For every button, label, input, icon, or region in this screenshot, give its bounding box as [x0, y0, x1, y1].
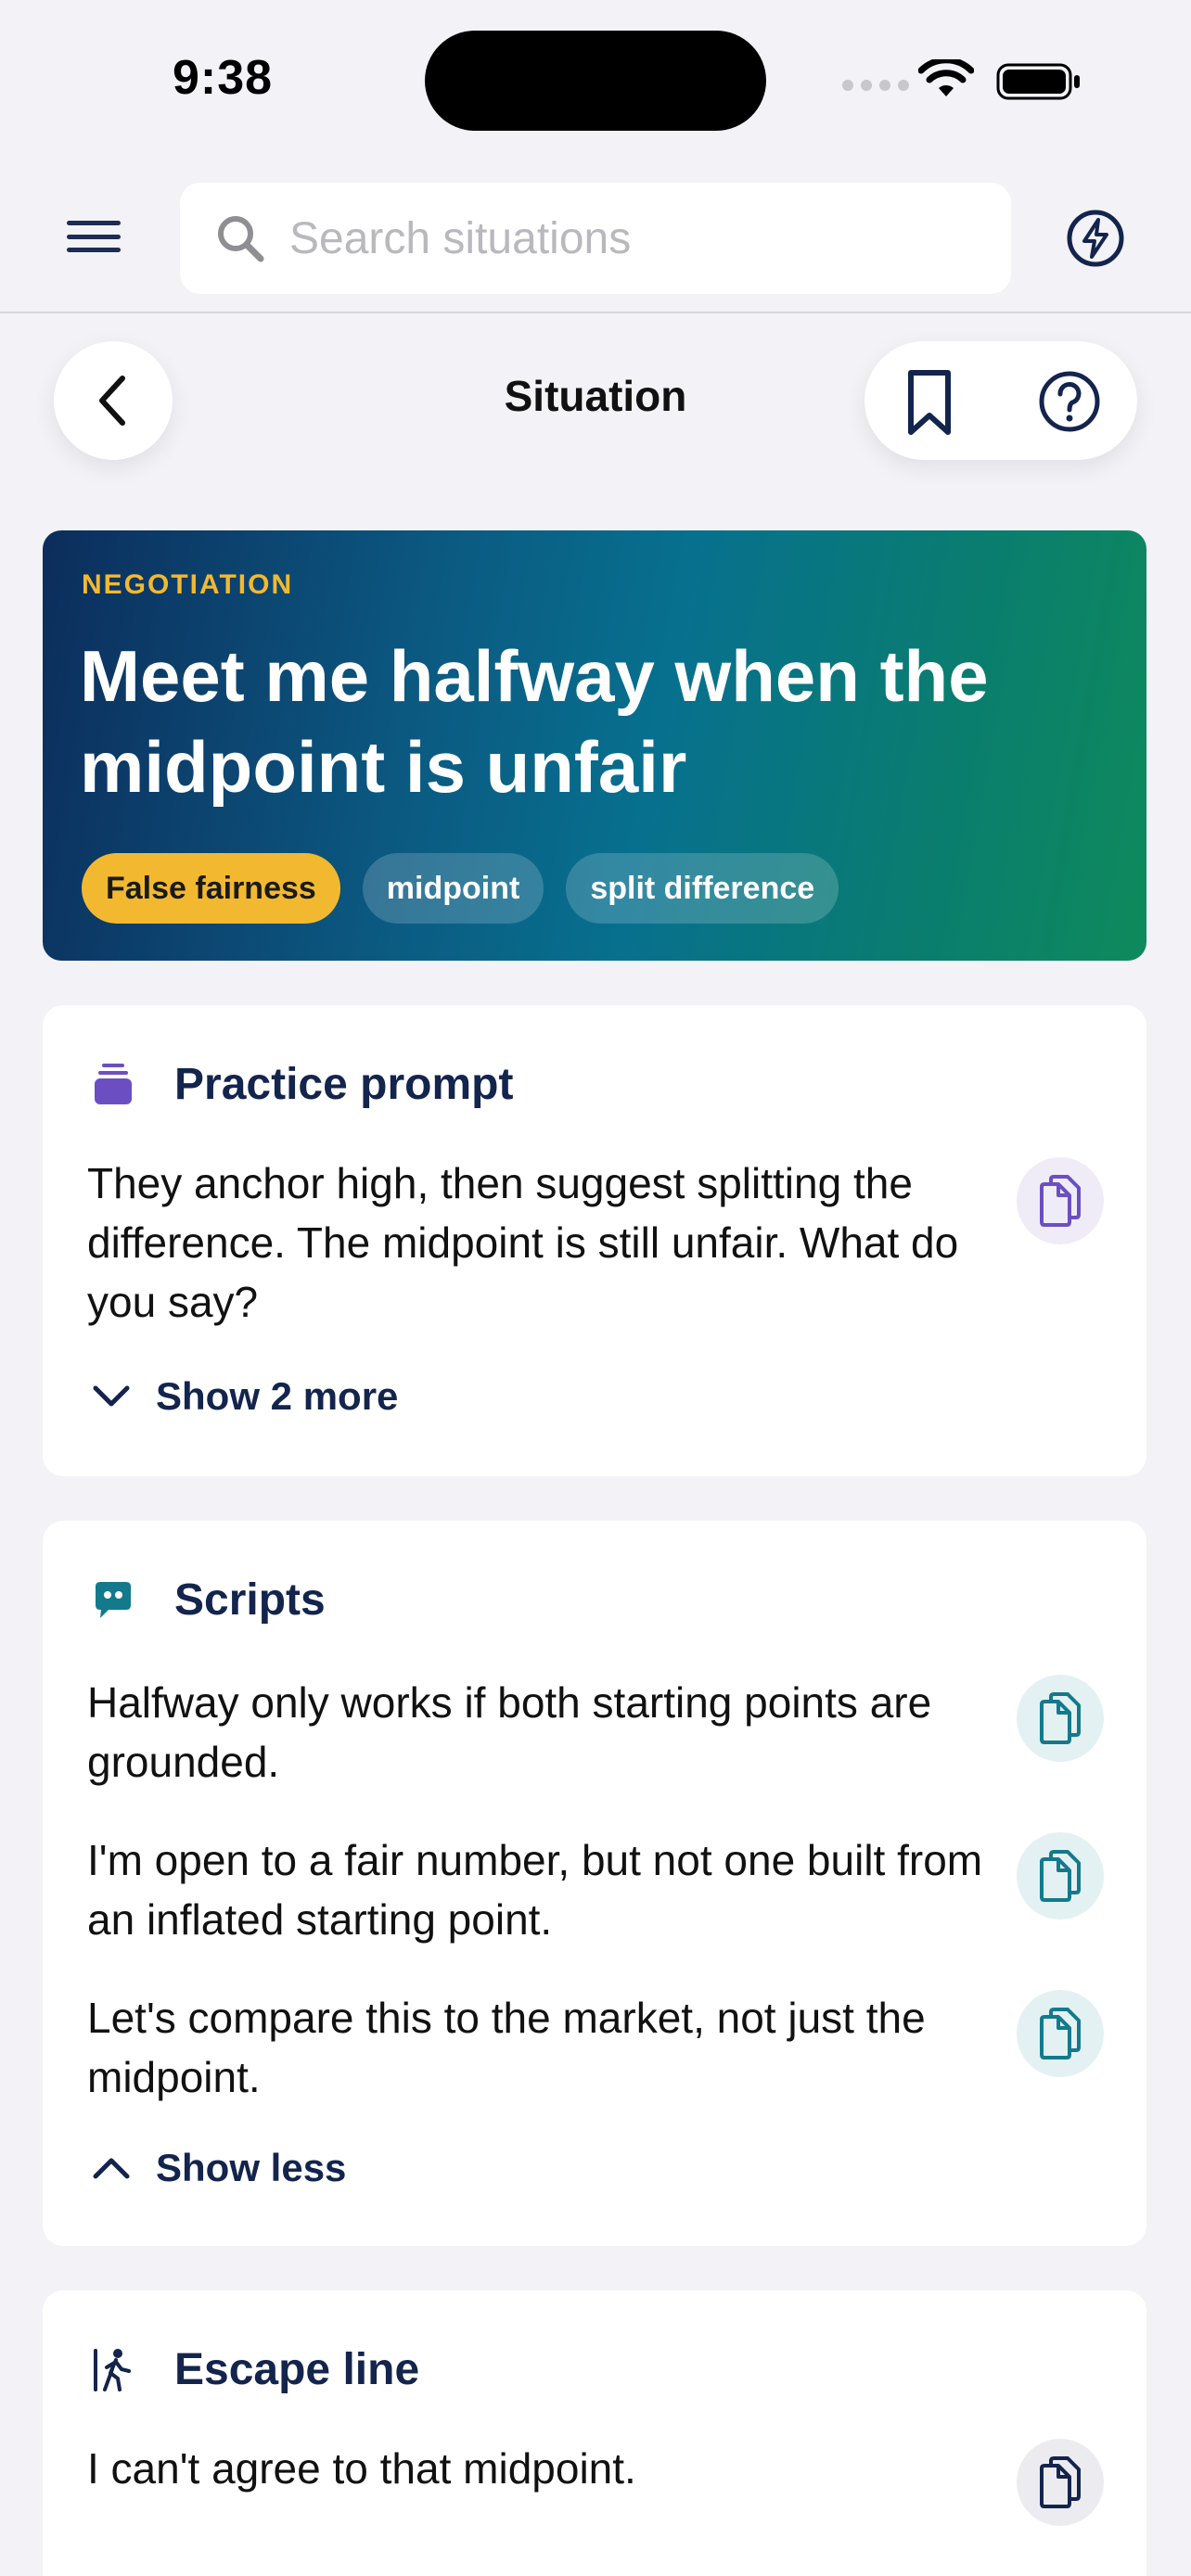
card-header: Escape line	[91, 2344, 419, 2395]
dynamic-island	[425, 31, 766, 131]
action-group	[864, 341, 1137, 460]
copy-button[interactable]	[1017, 1990, 1104, 2077]
copy-icon	[1040, 1850, 1081, 1902]
back-button[interactable]	[54, 341, 173, 460]
copy-button[interactable]	[1017, 1157, 1104, 1244]
practice-prompt-text: They anchor high, then suggest splitting…	[87, 1159, 959, 1326]
search-input[interactable]	[289, 212, 994, 264]
category-label: NEGOTIATION	[82, 569, 294, 600]
status-bar: 9:38	[0, 0, 1191, 158]
help-icon[interactable]	[1037, 369, 1102, 434]
wifi-icon	[918, 59, 974, 96]
tag-chip[interactable]: split difference	[566, 853, 839, 924]
quote-bubble-icon	[91, 1578, 135, 1623]
toggle-label: Show less	[156, 2146, 347, 2189]
escape-line-text: I can't agree to that midpoint.	[87, 2444, 636, 2493]
tag-chip[interactable]: False fairness	[82, 853, 340, 924]
copy-button[interactable]	[1017, 1832, 1104, 1919]
search-bar[interactable]	[180, 183, 1011, 294]
chevron-left-icon	[99, 376, 125, 426]
top-bar	[0, 158, 1191, 313]
card-title: Escape line	[174, 2345, 420, 2394]
copy-icon	[1040, 2008, 1081, 2060]
practice-prompt-card: Practice prompt They anchor high, then s…	[43, 1005, 1146, 1476]
show-more-toggle[interactable]: Show 2 more	[91, 1374, 398, 1419]
search-icon	[218, 216, 264, 262]
card-header: Scripts	[91, 1575, 326, 1626]
bolt-icon[interactable]	[1065, 208, 1126, 269]
script-text: Let's compare this to the market, not ju…	[87, 1994, 926, 2101]
card-header: Practice prompt	[91, 1059, 513, 1110]
status-time: 9:38	[173, 51, 274, 105]
copy-button[interactable]	[1017, 1675, 1104, 1762]
page-title: Situation	[504, 372, 687, 420]
copy-button[interactable]	[1017, 2439, 1104, 2526]
scripts-card: Scripts Halfway only works if both start…	[43, 1521, 1146, 2246]
situation-screen: 9:38 Sit	[0, 0, 1191, 2576]
situation-hero: NEGOTIATION Meet me halfway when the mid…	[43, 530, 1146, 961]
script-text: I'm open to a fair number, but not one b…	[87, 1836, 983, 1944]
script-text: Halfway only works if both starting poin…	[87, 1678, 932, 1786]
bookmark-icon[interactable]	[903, 367, 955, 438]
card-title: Practice prompt	[174, 1060, 514, 1109]
menu-icon[interactable]	[61, 213, 126, 260]
stack-icon	[91, 1063, 135, 1107]
walking-exit-icon	[91, 2348, 135, 2392]
cellular-signal-icon	[842, 80, 909, 91]
copy-icon	[1040, 1175, 1081, 1227]
battery-icon	[996, 63, 1080, 100]
copy-icon	[1040, 2456, 1081, 2508]
tag-chip[interactable]: midpoint	[362, 853, 544, 924]
card-title: Scripts	[174, 1575, 326, 1625]
tag-list: False fairness midpoint split difference	[82, 853, 839, 924]
chevron-up-icon	[93, 2158, 130, 2179]
chevron-down-icon	[93, 1385, 130, 1407]
escape-line-card: Escape line I can't agree to that midpoi…	[43, 2290, 1146, 2576]
copy-icon	[1040, 1692, 1081, 1744]
situation-title: Meet me halfway when the midpoint is unf…	[80, 635, 989, 808]
toggle-label: Show 2 more	[156, 1374, 399, 1418]
show-less-toggle[interactable]: Show less	[91, 2146, 346, 2190]
